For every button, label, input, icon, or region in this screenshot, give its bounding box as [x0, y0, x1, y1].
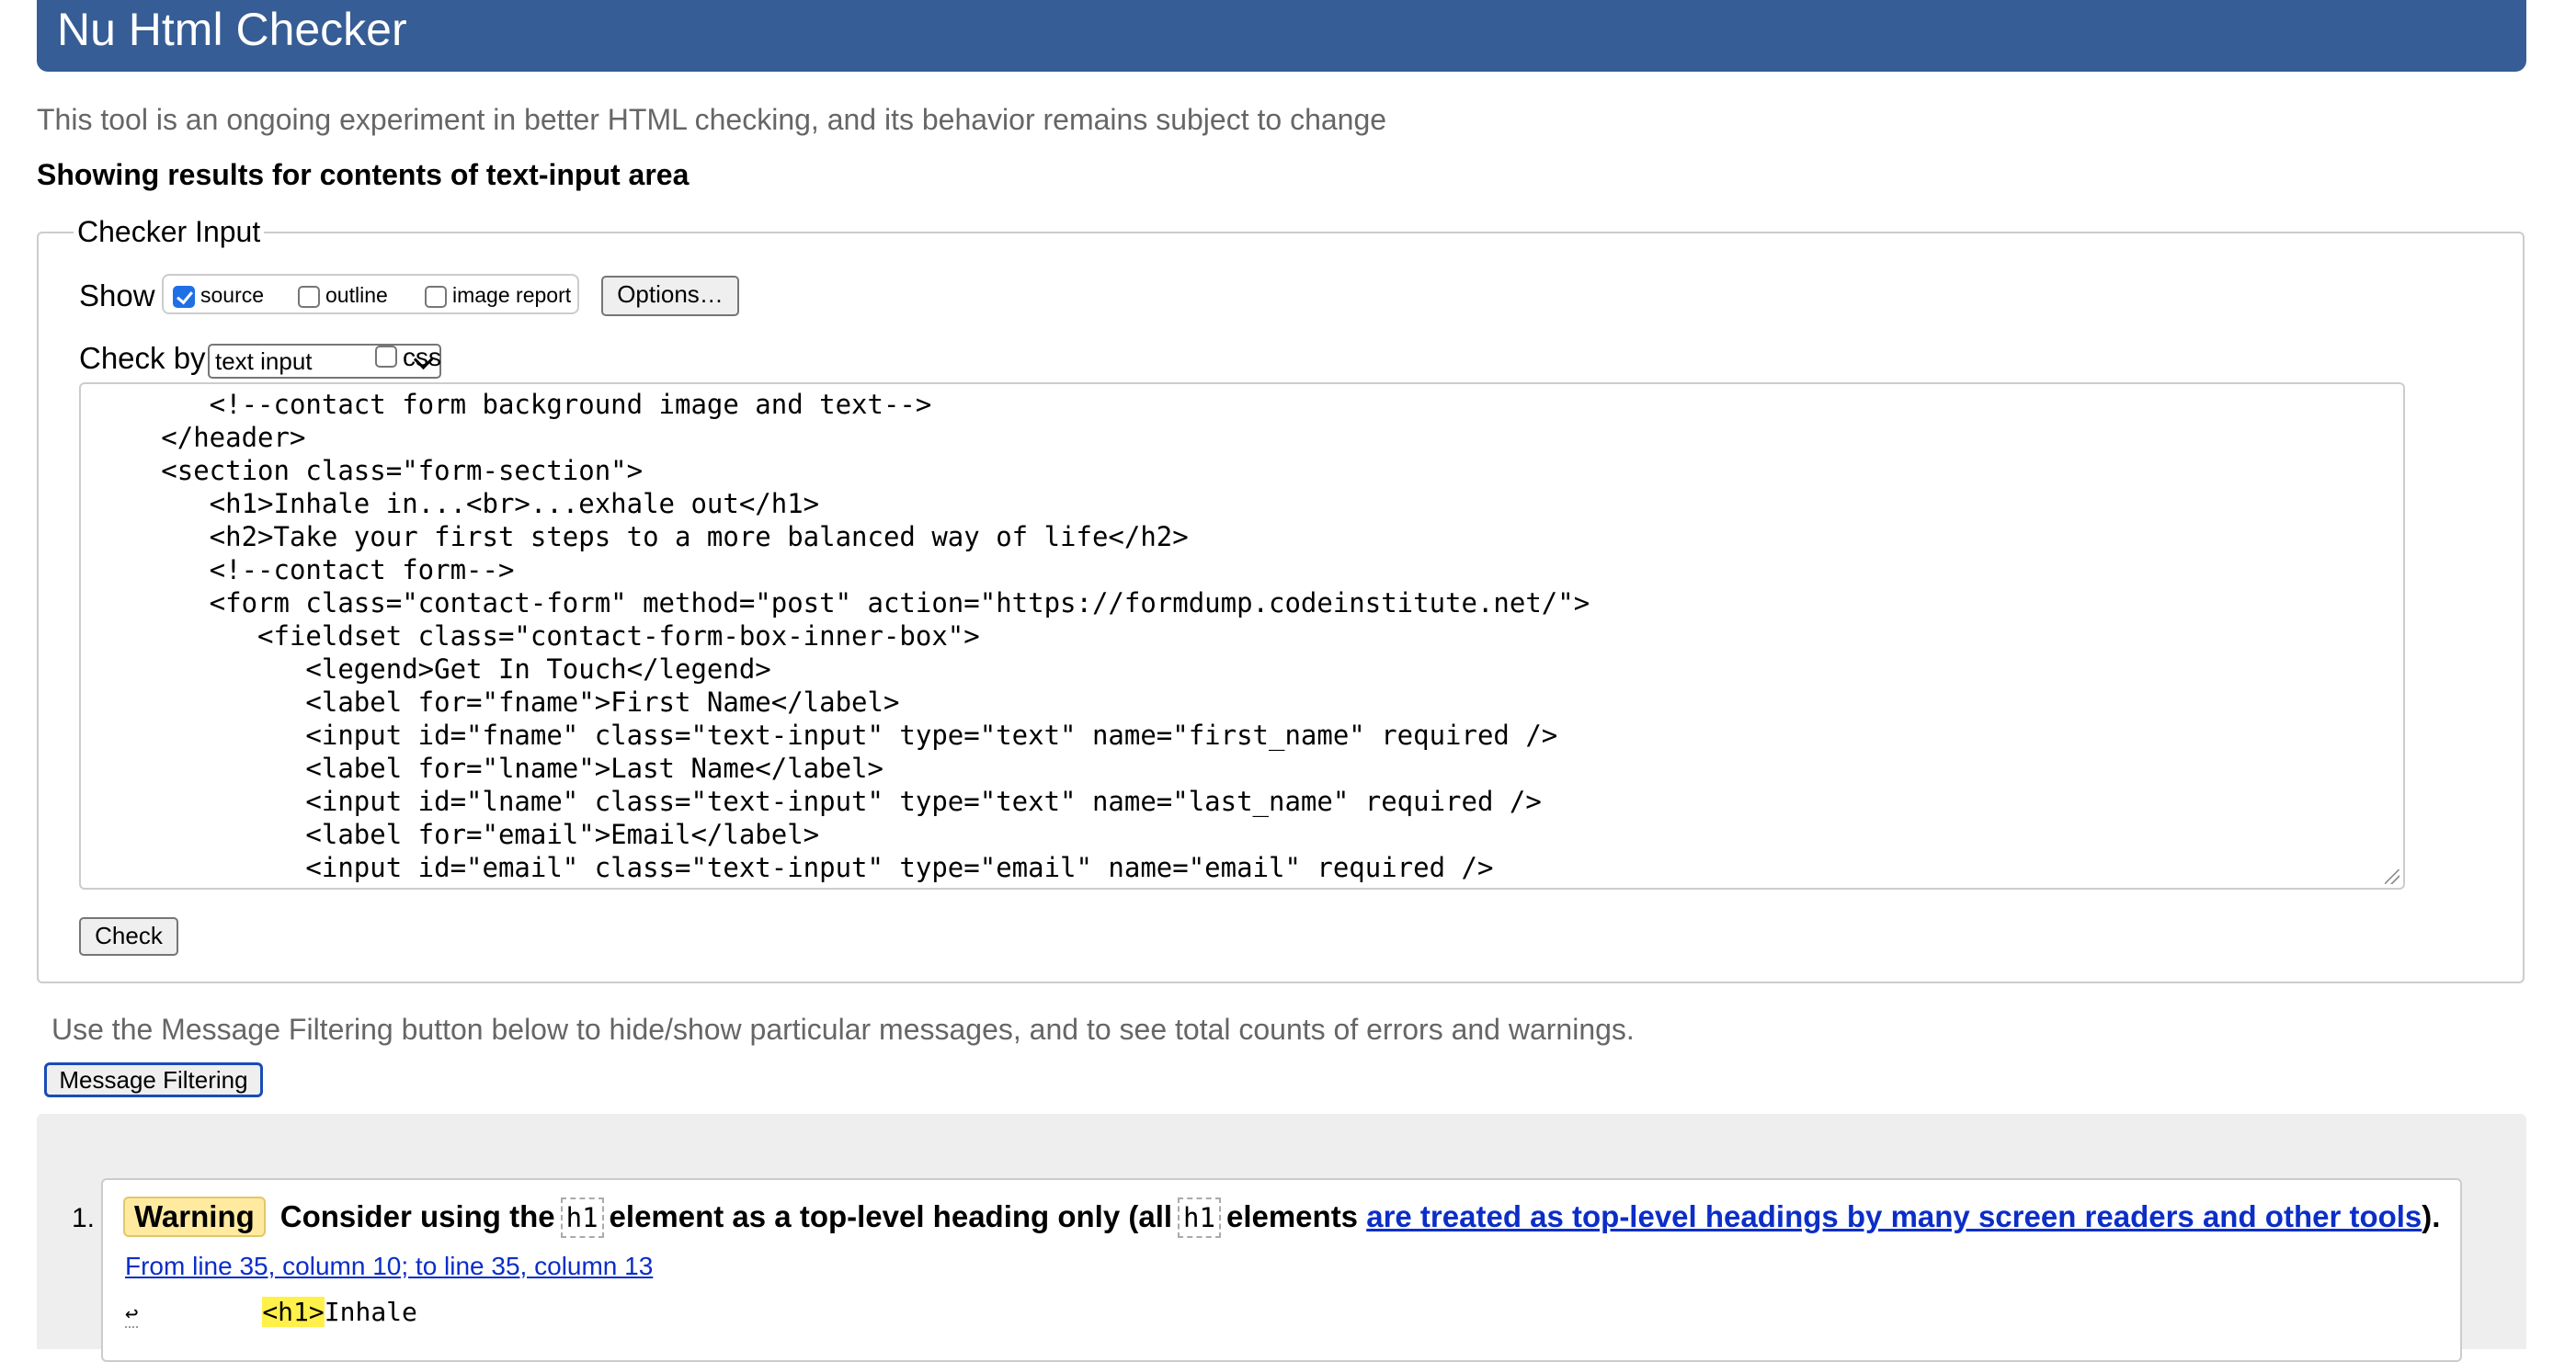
h1-code-chip-2: h1 — [1178, 1197, 1221, 1238]
message-text-after: elements — [1225, 1199, 1359, 1233]
source-code: <!--contact form background image and te… — [161, 389, 1590, 883]
image-report-checkbox[interactable] — [425, 285, 447, 308]
image-report-label: image report — [452, 283, 572, 307]
check-by-label: Check by — [79, 341, 206, 375]
message-text-end: ). — [2422, 1199, 2441, 1233]
outline-checkbox[interactable] — [298, 285, 320, 308]
message-text: Warning Consider using the h1 element as a … — [123, 1195, 2440, 1239]
location-link[interactable]: From line 35, column 10; to line 35, col… — [125, 1250, 653, 1283]
resize-handle-icon[interactable] — [2385, 869, 2399, 884]
check-by-select-value: text input — [215, 347, 313, 375]
css-label: css — [403, 343, 441, 371]
message-filtering-button[interactable]: Message Filtering — [44, 1062, 263, 1097]
return-icon: ↩ — [125, 1300, 139, 1328]
h1-code-chip: h1 — [560, 1197, 604, 1238]
message-text-middle: element as a top-level heading only (all — [609, 1199, 1173, 1233]
show-image-report-option[interactable]: image report — [425, 281, 571, 309]
results-heading: Showing results for contents of text-inp… — [37, 158, 690, 191]
check-button[interactable]: Check — [79, 917, 178, 956]
message-text-before: Consider using the — [279, 1199, 555, 1233]
show-label: Show — [79, 278, 155, 312]
header-bar: Nu Html Checker — [37, 0, 2526, 72]
show-outline-option[interactable]: outline — [298, 281, 388, 309]
extract-highlight: <h1> — [262, 1297, 325, 1327]
intro-text: This tool is an ongoing experiment in be… — [37, 103, 1387, 136]
message-number: 1. — [72, 1203, 96, 1233]
outline-label: outline — [325, 283, 388, 307]
css-option[interactable]: css — [375, 342, 441, 373]
warning-badge: Warning — [123, 1197, 266, 1237]
screen-readers-link[interactable]: are treated as top-level headings by man… — [1366, 1199, 2422, 1233]
options-button[interactable]: Options… — [601, 276, 739, 316]
checker-input-legend: Checker Input — [74, 213, 265, 250]
page-title: Nu Html Checker — [57, 4, 407, 55]
show-options-group: source outline image report — [162, 274, 579, 314]
css-checkbox[interactable] — [375, 346, 397, 368]
show-source-option[interactable]: source — [173, 281, 264, 309]
page: Nu Html Checker This tool is an ongoing … — [0, 0, 2576, 1362]
extract-indent — [138, 1297, 262, 1327]
source-checkbox[interactable] — [173, 285, 195, 308]
source-textarea[interactable]: <!--contact form background image and te… — [79, 382, 2405, 890]
filter-hint: Use the Message Filtering button below t… — [51, 1013, 1635, 1046]
code-extract: ↩ <h1>Inhale — [125, 1296, 417, 1330]
source-label: source — [200, 283, 265, 307]
extract-rest: Inhale — [324, 1297, 417, 1327]
